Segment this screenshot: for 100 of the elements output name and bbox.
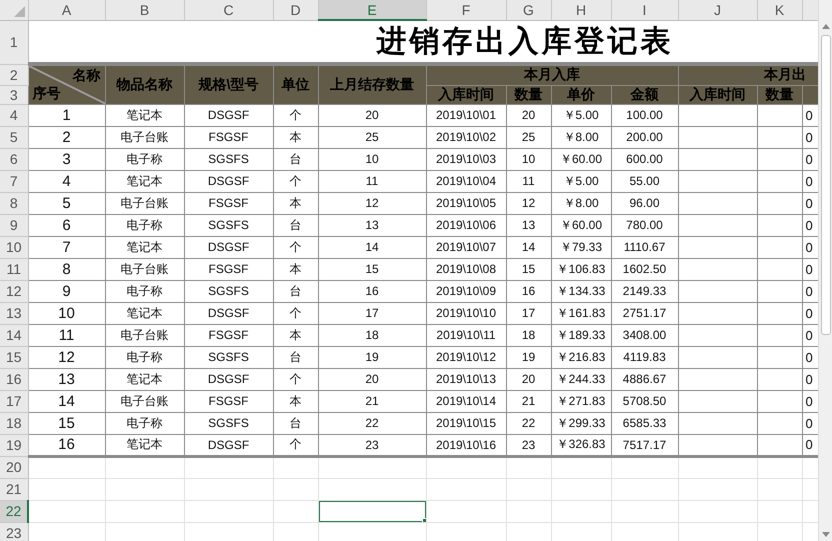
header-cell: 数量 — [506, 85, 551, 104]
table-cell: 电子台账 — [120, 130, 168, 144]
table-cell: FSGSF — [208, 130, 248, 144]
row-number[interactable]: 5 — [0, 126, 28, 148]
column-header[interactable]: J — [678, 0, 757, 20]
table-cell: ￥161.83 — [556, 306, 606, 320]
serial-number-cell: 13 — [58, 370, 75, 388]
table-cell: 10 — [365, 152, 379, 166]
table-cell: 0 — [806, 437, 813, 452]
table-cell: DSGSF — [208, 174, 250, 188]
column-header[interactable]: G — [506, 0, 551, 20]
table-cell: 2019\10\13 — [436, 372, 496, 386]
row-number[interactable]: 22 — [0, 500, 28, 522]
table-cell: 2149.33 — [622, 284, 666, 298]
row-number[interactable]: 20 — [0, 456, 28, 478]
row-number[interactable]: 13 — [0, 302, 28, 324]
row-number[interactable]: 17 — [0, 390, 28, 412]
table-cell: 0 — [806, 306, 813, 320]
scroll-down-icon[interactable] — [822, 532, 830, 537]
row-number[interactable]: 7 — [0, 170, 28, 192]
row-number[interactable]: 4 — [0, 104, 28, 126]
table-cell: 个 — [290, 306, 302, 320]
row-number[interactable]: 6 — [0, 148, 28, 170]
row-number[interactable]: 16 — [0, 368, 28, 390]
table-cell: 0 — [806, 196, 813, 210]
row-number[interactable]: 23 — [0, 522, 28, 541]
serial-number-cell: 8 — [62, 260, 71, 278]
select-all-corner[interactable] — [0, 0, 28, 20]
table-cell: 0 — [806, 262, 813, 276]
table-cell: 电子称 — [126, 350, 162, 364]
table-cell: 笔记本 — [126, 437, 162, 451]
scroll-thumb[interactable] — [820, 35, 830, 335]
group-header-cell: 本月出 — [678, 64, 818, 85]
table-cell: 本 — [290, 196, 302, 210]
row-number[interactable]: 21 — [0, 478, 28, 500]
column-header[interactable]: A — [28, 0, 105, 20]
row-number[interactable]: 3 — [0, 85, 28, 104]
row-number[interactable]: 15 — [0, 346, 28, 368]
table-cell: 个 — [290, 372, 302, 386]
row-number[interactable]: 2 — [0, 64, 28, 85]
row-number[interactable]: 8 — [0, 192, 28, 214]
scroll-up-icon[interactable] — [822, 24, 830, 29]
table-cell: ￥244.33 — [556, 372, 606, 386]
column-header[interactable]: K — [757, 0, 802, 20]
table-cell: 11 — [366, 174, 378, 188]
table-cell: 0 — [806, 372, 813, 386]
table-cell: 6585.33 — [622, 416, 666, 430]
table-cell: 10 — [522, 152, 536, 166]
header-label: 序号 — [32, 84, 60, 102]
table-cell: 100.00 — [626, 108, 663, 122]
row-number[interactable]: 1 — [0, 20, 28, 64]
row-number[interactable]: 9 — [0, 214, 28, 236]
column-header[interactable]: F — [426, 0, 506, 20]
table-cell: 2019\10\04 — [436, 174, 496, 188]
table-cell: ￥134.33 — [556, 284, 606, 298]
table-cell: 台 — [290, 350, 302, 364]
column-header[interactable]: E — [318, 0, 426, 20]
row-number[interactable]: 19 — [0, 434, 28, 456]
table-cell: ￥8.00 — [563, 196, 599, 210]
table-cell: 0 — [806, 350, 813, 364]
table-cell: 12 — [522, 196, 536, 210]
table-cell: 电子称 — [126, 284, 162, 298]
table-cell: 0 — [806, 108, 813, 122]
table-cell: ￥8.00 — [563, 130, 599, 144]
header-cell: 物品名称 — [105, 64, 184, 104]
table-cell: 本 — [290, 394, 302, 408]
table-cell: 20 — [522, 108, 536, 122]
serial-number-cell: 3 — [62, 150, 71, 168]
table-cell: 2019\10\03 — [436, 152, 496, 166]
table-cell: 3408.00 — [622, 328, 666, 342]
serial-number-cell: 16 — [58, 436, 75, 453]
table-cell: 2019\10\16 — [436, 438, 496, 452]
table-cell: 21 — [365, 394, 379, 408]
table-cell: 13 — [522, 218, 536, 232]
table-cell: 2019\10\06 — [436, 218, 496, 232]
column-header[interactable]: B — [105, 0, 184, 20]
table-cell: 0 — [806, 328, 813, 342]
row-number[interactable]: 14 — [0, 324, 28, 346]
table-cell: 2019\10\11 — [436, 328, 496, 342]
serial-number-cell: 1 — [62, 106, 71, 124]
table-cell: 14 — [522, 240, 536, 254]
column-header[interactable]: H — [551, 0, 611, 20]
table-cell: ￥5.00 — [563, 108, 599, 122]
serial-number-cell: 12 — [58, 348, 75, 366]
row-number[interactable]: 18 — [0, 412, 28, 434]
table-cell: 台 — [290, 416, 302, 430]
row-number[interactable]: 12 — [0, 280, 28, 302]
table-cell: SGSFS — [208, 284, 249, 298]
table-cell: 2019\10\08 — [436, 262, 496, 276]
row-number[interactable]: 11 — [0, 258, 28, 280]
table-cell: 23 — [522, 438, 536, 452]
table-cell: 本 — [290, 130, 302, 144]
table-cell: 本 — [290, 262, 302, 276]
table-cell: 笔记本 — [126, 372, 162, 386]
vertical-scrollbar[interactable] — [818, 0, 832, 541]
serial-number-cell: 11 — [58, 326, 74, 344]
column-header[interactable]: I — [611, 0, 678, 20]
column-header[interactable]: C — [184, 0, 273, 20]
row-number[interactable]: 10 — [0, 236, 28, 258]
column-header[interactable]: D — [273, 0, 318, 20]
